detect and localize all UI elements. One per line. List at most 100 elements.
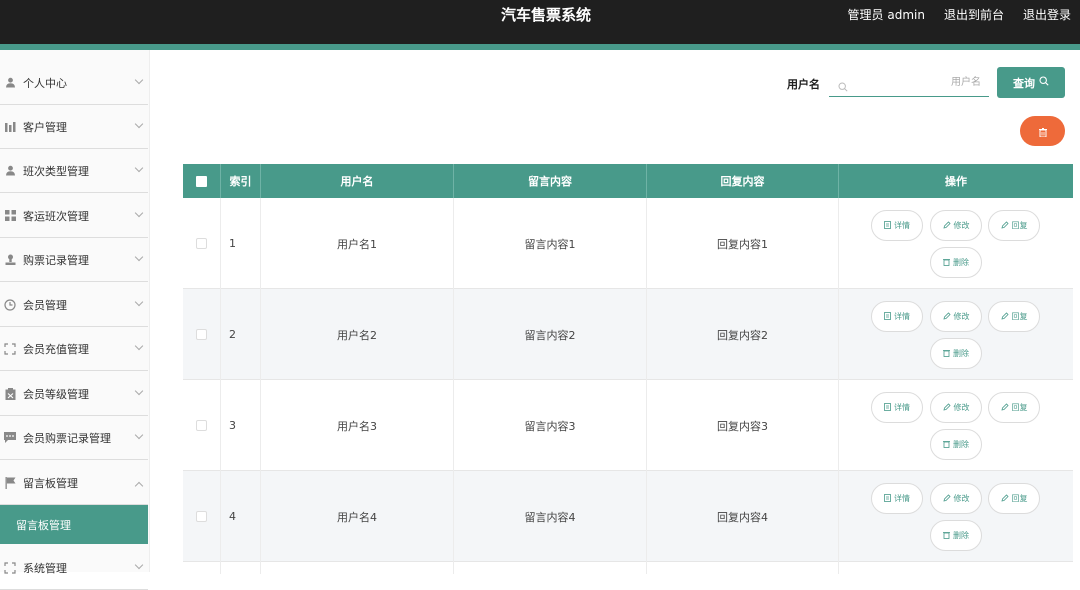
sidebar-item-member-ticket-records[interactable]: 会员购票记录管理 [0,416,148,460]
sidebar-item-label: 个人中心 [23,76,67,90]
row-checkbox-cell [183,562,221,574]
detail-label: 详情 [894,403,910,412]
chevron-down-icon [134,252,144,262]
table-row: 1 用户名1 留言内容1 回复内容1 详情 修改 回复 删除 [183,198,1073,289]
cell-username [261,562,454,574]
document-icon [884,402,891,413]
sidebar-item-message-board[interactable]: 留言板管理 [0,461,148,505]
logout-link[interactable]: 退出登录 [1023,6,1071,23]
detail-label: 详情 [894,221,910,230]
chat-icon [4,432,16,444]
row-checkbox[interactable] [196,238,207,249]
detail-button[interactable]: 详情 [871,392,923,423]
sidebar-item-label: 客户管理 [23,120,67,134]
cell-message: 留言内容3 [454,380,647,471]
trash-icon [943,440,950,450]
edit-button[interactable]: 修改 [930,392,982,423]
table-row: 3 用户名3 留言内容3 回复内容3 详情 修改 回复 删除 [183,380,1073,471]
edit-icon [1000,402,1009,413]
detail-button[interactable]: 详情 [871,301,923,332]
top-bar: 汽车售票系统 管理员 admin 退出到前台 退出登录 [0,0,1080,44]
cell-actions: 详情 修改 回复 删除 [839,198,1073,289]
reply-button[interactable]: 回复 [988,210,1040,241]
sidebar-item-trip-types[interactable]: 班次类型管理 [0,149,148,193]
detail-button[interactable]: 详情 [871,483,923,514]
sidebar-item-label: 留言板管理 [23,476,78,490]
cell-username: 用户名4 [261,471,454,562]
sidebar-item-label: 班次类型管理 [23,164,89,178]
search-icon [838,77,848,96]
trash-icon [943,531,950,541]
table-header: 索引 用户名 留言内容 回复内容 操作 [183,164,1073,198]
reply-button[interactable]: 回复 [988,392,1040,423]
cell-reply: 回复内容3 [647,380,839,471]
row-checkbox[interactable] [196,329,207,340]
edit-button[interactable]: 修改 [930,301,982,332]
frame-icon [4,342,16,355]
reply-button[interactable]: 回复 [988,301,1040,332]
cell-reply: 回复内容1 [647,198,839,289]
chevron-down-icon [134,119,144,129]
edit-icon [1000,311,1009,322]
sidebar-item-member-recharge[interactable]: 会员充值管理 [0,327,148,371]
sidebar-item-label: 购票记录管理 [23,253,89,267]
sidebar-item-member-levels[interactable]: 会员等级管理 [0,372,148,416]
select-all-cell [183,164,221,198]
sidebar-subitem-message-board[interactable]: 留言板管理 [0,505,148,544]
chevron-up-icon [134,481,144,491]
cell-index [221,562,261,574]
user-icon [4,165,16,177]
delete-button[interactable]: 删除 [930,429,982,460]
sidebar-item-bus-trips[interactable]: 客运班次管理 [0,194,148,238]
sidebar-item-system[interactable]: 系统管理 [0,546,148,590]
edit-label: 修改 [953,312,970,321]
table-row: 2 用户名2 留言内容2 回复内容2 详情 修改 回复 删除 [183,289,1073,380]
sidebar-item-members[interactable]: 会员管理 [0,283,148,327]
column-header-username: 用户名 [261,164,454,198]
sidebar-item-label: 会员购票记录管理 [23,431,111,445]
reply-label: 回复 [1011,221,1028,230]
column-header-actions: 操作 [945,175,967,188]
select-all-checkbox[interactable] [196,175,207,187]
table-row [183,562,1073,574]
trash-icon [943,349,950,359]
cell-username: 用户名2 [261,289,454,380]
edit-button[interactable]: 修改 [930,210,982,241]
sidebar-item-label: 会员等级管理 [23,387,89,401]
grid-icon [4,210,16,222]
reply-button[interactable]: 回复 [988,483,1040,514]
sidebar-item-personal-center[interactable]: 个人中心 [0,61,148,105]
top-links: 管理员 admin 退出到前台 退出登录 [848,6,1071,23]
chevron-down-icon [134,430,144,440]
sidebar-item-ticket-records[interactable]: 购票记录管理 [0,238,148,282]
sidebar-item-label: 客运班次管理 [23,209,89,223]
edit-button[interactable]: 修改 [930,483,982,514]
cell-index: 1 [221,198,261,289]
row-checkbox-cell [183,380,221,471]
admin-label[interactable]: 管理员 admin [848,6,925,23]
edit-icon [942,402,951,413]
row-checkbox-cell [183,471,221,562]
query-button[interactable]: 查询 [997,67,1065,98]
delete-button[interactable]: 删除 [930,520,982,551]
edit-icon [1000,220,1009,231]
cell-username: 用户名3 [261,380,454,471]
column-header-message: 留言内容 [454,164,647,198]
batch-delete-button[interactable] [1020,116,1065,146]
row-checkbox-cell [183,198,221,289]
row-checkbox[interactable] [196,511,207,522]
search-input[interactable] [855,72,981,92]
cell-message: 留言内容2 [454,289,647,380]
detail-button[interactable]: 详情 [871,210,923,241]
row-checkbox[interactable] [196,420,207,431]
delete-button[interactable]: 删除 [930,338,982,369]
table-row: 4 用户名4 留言内容4 回复内容4 详情 修改 回复 删除 [183,471,1073,562]
front-link[interactable]: 退出到前台 [944,6,1004,23]
cell-actions: 详情 修改 回复 删除 [839,471,1073,562]
delete-button[interactable]: 删除 [930,247,982,278]
trash-icon [943,258,950,268]
cell-message [454,562,647,574]
sidebar-item-label: 会员管理 [23,298,67,312]
search-field[interactable] [829,68,989,97]
sidebar-item-customers[interactable]: 客户管理 [0,105,148,149]
